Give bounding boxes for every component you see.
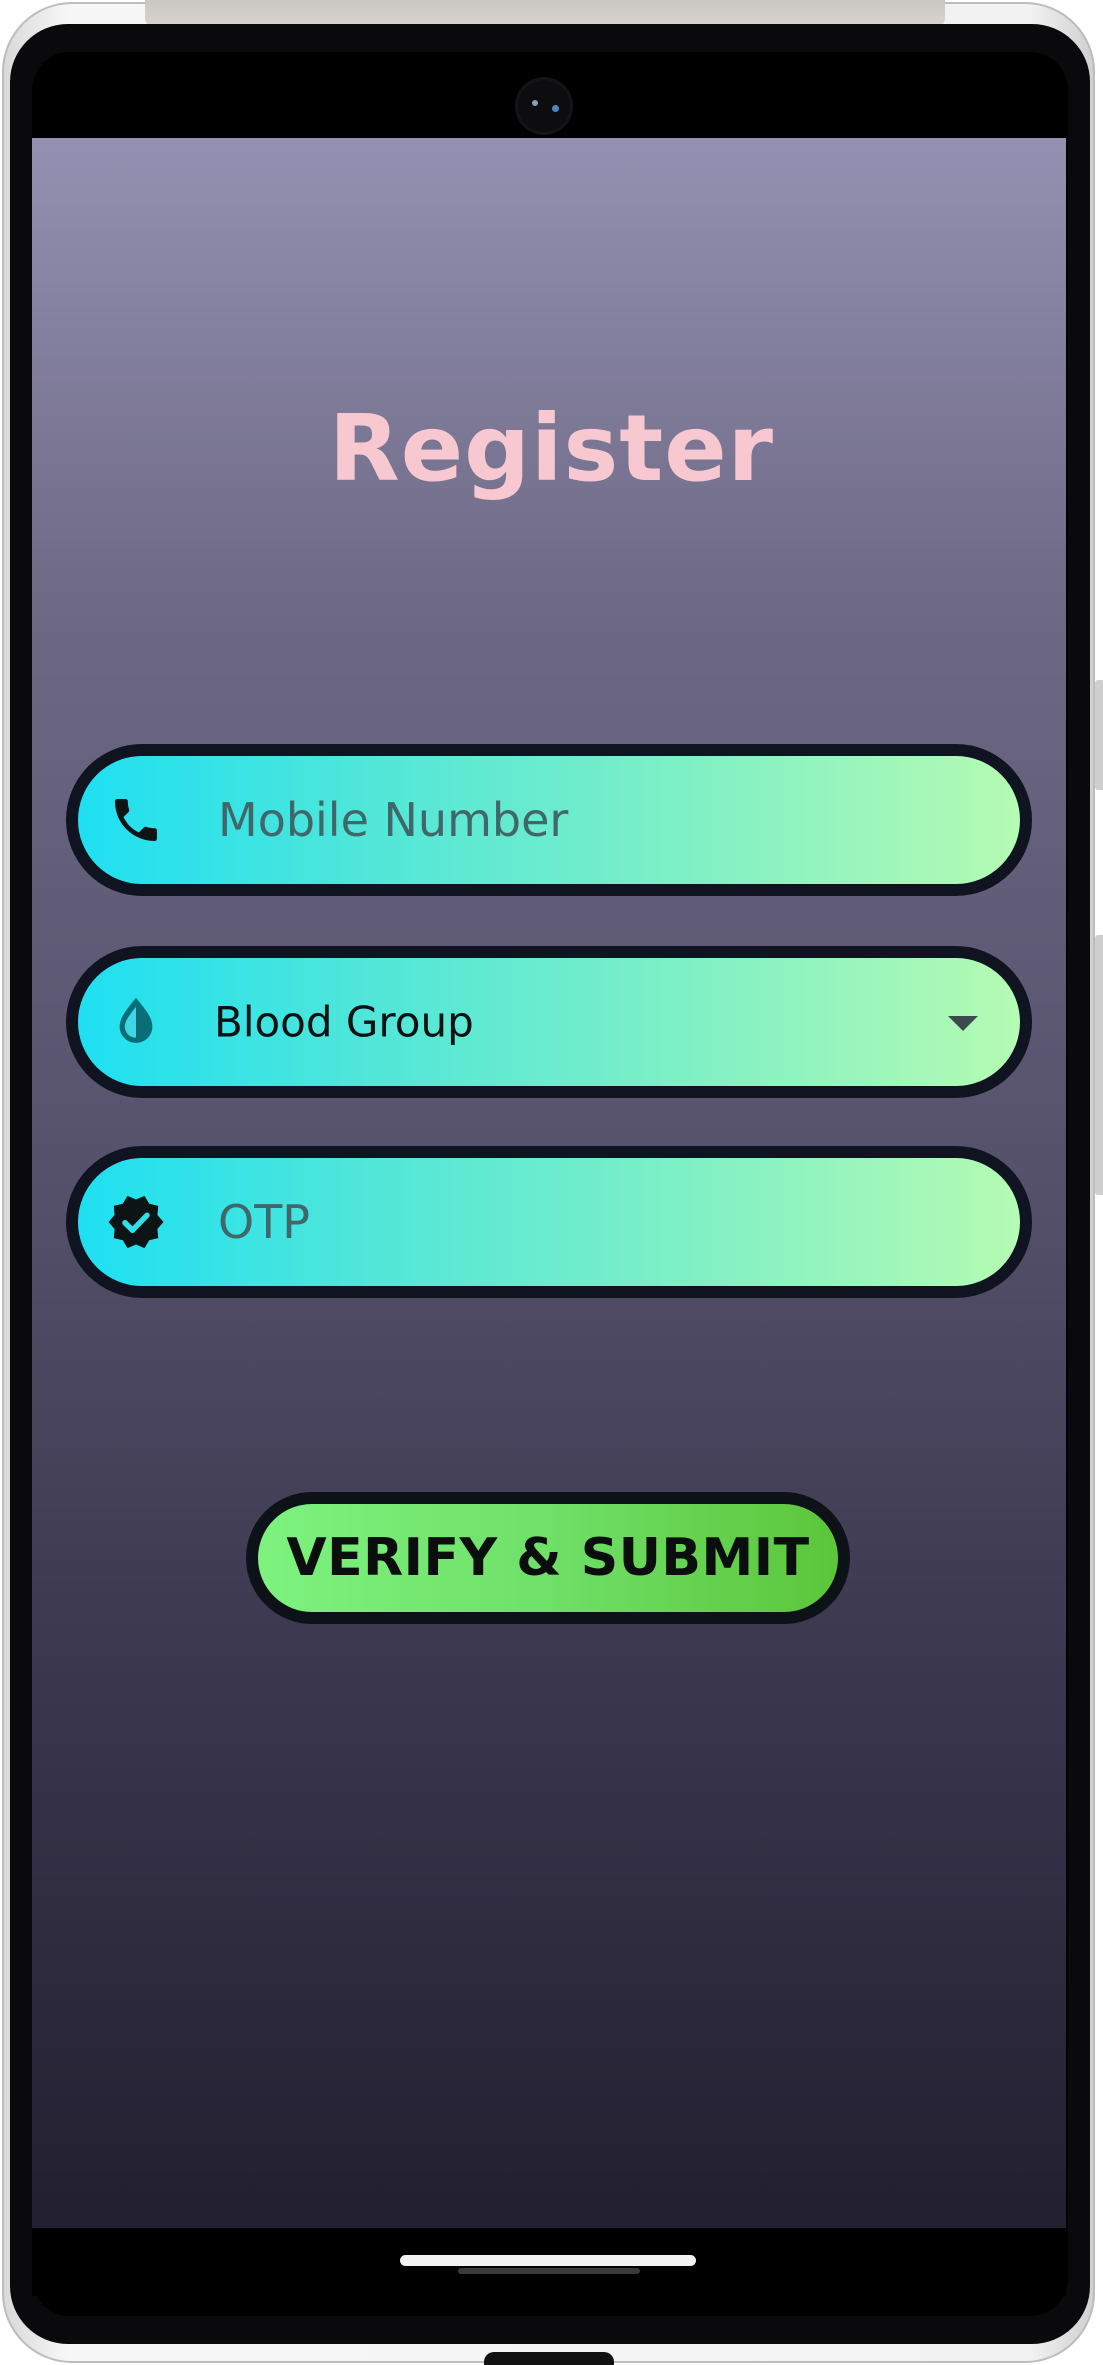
verified-badge-icon <box>106 1192 166 1252</box>
phone-bottom-port <box>484 2352 614 2365</box>
mobile-number-input[interactable] <box>218 785 978 855</box>
device-frame: Register Blood Group <box>0 0 1103 2365</box>
home-indicator[interactable] <box>400 2255 696 2266</box>
blood-group-dropdown[interactable]: Blood Group <box>66 946 1032 1098</box>
phone-icon <box>106 790 166 850</box>
blood-group-selected-value: Blood Group <box>214 997 474 1047</box>
verify-submit-button[interactable]: VERIFY & SUBMIT <box>246 1492 850 1624</box>
verify-submit-label: VERIFY & SUBMIT <box>286 1528 810 1588</box>
dropdown-arrow-icon <box>948 1016 978 1031</box>
mobile-number-field[interactable] <box>66 744 1032 896</box>
otp-input[interactable] <box>218 1187 978 1257</box>
home-indicator-shadow <box>458 2268 640 2274</box>
front-camera-icon <box>518 80 570 132</box>
otp-field[interactable] <box>66 1146 1032 1298</box>
power-button <box>1095 935 1103 1195</box>
water-drop-icon <box>106 992 166 1052</box>
volume-button <box>1095 680 1103 790</box>
page-title: Register <box>328 395 775 502</box>
